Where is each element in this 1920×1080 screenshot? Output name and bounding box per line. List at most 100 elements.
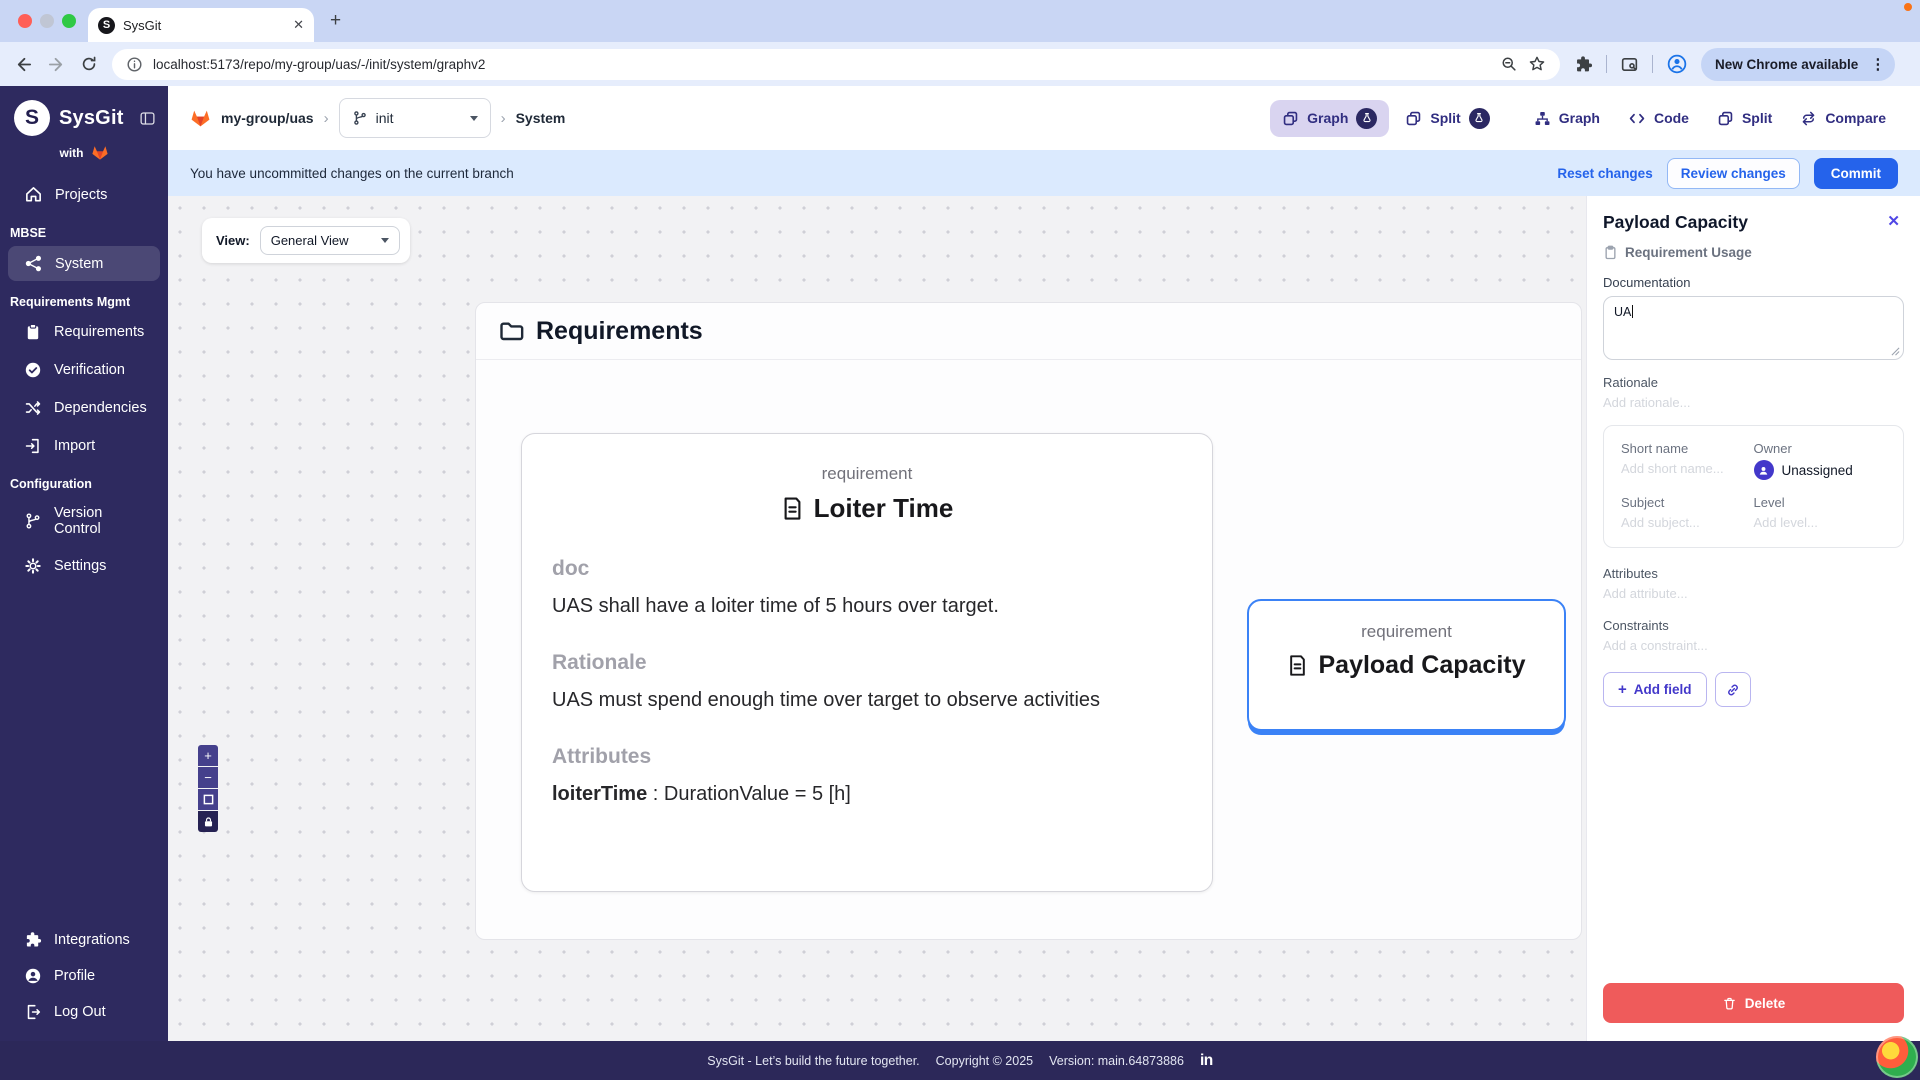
sidebar-item-requirements[interactable]: Requirements bbox=[8, 315, 160, 349]
detail-panel: Payload Capacity ✕ Requirement Usage Doc… bbox=[1586, 196, 1920, 1041]
bookmark-star-icon[interactable] bbox=[1528, 55, 1546, 73]
url-bar[interactable]: localhost:5173/repo/my-group/uas/-/init/… bbox=[112, 48, 1560, 80]
sidebar-item-integrations[interactable]: Integrations bbox=[8, 923, 160, 957]
sidebar-item-version-control[interactable]: Version Control bbox=[8, 497, 160, 545]
sidebar-collapse-icon[interactable] bbox=[139, 110, 156, 127]
user-circle-icon bbox=[24, 967, 42, 985]
sidebar-item-logout[interactable]: Log Out bbox=[8, 995, 160, 1029]
fit-view-button[interactable] bbox=[198, 789, 218, 810]
container-title: Requirements bbox=[536, 316, 703, 345]
requirements-container-node[interactable]: Requirements requirement Loiter Time doc… bbox=[475, 302, 1582, 940]
resize-handle[interactable] bbox=[1891, 347, 1900, 356]
sidebar-item-import[interactable]: Import bbox=[8, 429, 160, 463]
zoom-out-button[interactable]: − bbox=[198, 767, 218, 788]
sidebar-item-verification[interactable]: Verification bbox=[8, 353, 160, 387]
shuffle-icon bbox=[24, 399, 42, 417]
rationale-placeholder[interactable]: Add rationale... bbox=[1603, 395, 1904, 410]
sidebar-bottom: Integrations Profile Log Out bbox=[0, 921, 168, 1041]
requirement-node-payload-capacity[interactable]: requirement Payload Capacity bbox=[1247, 599, 1566, 731]
requirement-node-loiter-time[interactable]: requirement Loiter Time doc UAS shall ha… bbox=[521, 433, 1213, 892]
link-icon bbox=[1725, 682, 1741, 698]
short-name-field[interactable]: Short name Add short name... bbox=[1621, 441, 1754, 480]
panel-title: Payload Capacity bbox=[1603, 212, 1748, 232]
view-label: View: bbox=[216, 233, 250, 248]
reload-icon[interactable] bbox=[80, 55, 98, 73]
parrot-sticker bbox=[1876, 1036, 1918, 1078]
chevron-down-icon bbox=[469, 115, 478, 121]
tab-title: SysGit bbox=[123, 17, 162, 33]
zoom-out-page-icon[interactable] bbox=[1500, 55, 1518, 73]
traffic-light-close[interactable] bbox=[18, 14, 32, 28]
reading-mode-icon[interactable] bbox=[1620, 55, 1639, 74]
import-icon bbox=[24, 437, 42, 455]
experiment-flask-badge bbox=[1356, 107, 1378, 129]
view-link-split[interactable]: Split bbox=[1705, 102, 1784, 135]
document-icon bbox=[1287, 654, 1308, 677]
breadcrumb: my-group/uas › init › System bbox=[190, 98, 565, 138]
view-link-compare[interactable]: Compare bbox=[1788, 102, 1898, 135]
linkedin-icon[interactable]: in bbox=[1200, 1052, 1213, 1070]
layers-icon bbox=[1405, 110, 1422, 127]
traffic-light-minimize[interactable] bbox=[40, 14, 54, 28]
gitlab-fox-icon bbox=[190, 108, 211, 128]
sidebar-item-system[interactable]: System bbox=[8, 246, 160, 281]
fields-box: Short name Add short name... Owner Unass… bbox=[1603, 425, 1904, 548]
view-select[interactable]: General View bbox=[259, 226, 400, 255]
subject-field[interactable]: Subject Add subject... bbox=[1621, 495, 1754, 530]
app-header: my-group/uas › init › System Graph Split… bbox=[168, 86, 1920, 150]
site-info-icon[interactable] bbox=[126, 56, 143, 73]
owner-field[interactable]: Owner Unassigned bbox=[1753, 441, 1887, 480]
attributes-placeholder[interactable]: Add attribute... bbox=[1603, 586, 1904, 601]
gitlab-fox-icon bbox=[91, 144, 109, 161]
doc-heading: doc bbox=[552, 557, 590, 580]
brand: S SysGit bbox=[0, 86, 168, 138]
browser-tabstrip: S SysGit ✕ + bbox=[0, 0, 1920, 42]
view-toggle-split[interactable]: Split bbox=[1393, 100, 1501, 137]
puzzle-icon bbox=[24, 931, 42, 949]
home-icon bbox=[24, 185, 43, 204]
review-changes-button[interactable]: Review changes bbox=[1666, 157, 1800, 189]
constraints-label: Constraints bbox=[1603, 618, 1669, 633]
sidebar-item-dependencies[interactable]: Dependencies bbox=[8, 391, 160, 425]
app-footer: SysGit - Let’s build the future together… bbox=[0, 1041, 1920, 1080]
lock-button[interactable] bbox=[198, 811, 218, 832]
profile-avatar-icon[interactable] bbox=[1666, 53, 1688, 75]
view-link-code[interactable]: Code bbox=[1616, 102, 1701, 135]
commit-button[interactable]: Commit bbox=[1813, 157, 1898, 189]
constraints-placeholder[interactable]: Add a constraint... bbox=[1603, 638, 1904, 653]
canvas-controls: + − bbox=[198, 745, 218, 833]
delete-button[interactable]: Delete bbox=[1603, 983, 1904, 1023]
traffic-light-zoom[interactable] bbox=[62, 14, 76, 28]
node-kind-label: requirement bbox=[1361, 622, 1452, 641]
sidebar-item-settings[interactable]: Settings bbox=[8, 549, 160, 583]
sidebar-item-profile[interactable]: Profile bbox=[8, 959, 160, 993]
documentation-input[interactable]: UA bbox=[1603, 296, 1904, 360]
view-link-graph[interactable]: Graph bbox=[1522, 102, 1612, 135]
add-field-button[interactable]: + Add field bbox=[1603, 672, 1707, 707]
node-title: Payload Capacity bbox=[1318, 651, 1526, 679]
link-button[interactable] bbox=[1714, 672, 1751, 707]
url-text[interactable]: localhost:5173/repo/my-group/uas/-/init/… bbox=[153, 57, 1490, 72]
attributes-heading: Attributes bbox=[552, 745, 652, 768]
breadcrumb-repo[interactable]: my-group/uas bbox=[221, 110, 314, 126]
view-toggle-graph[interactable]: Graph bbox=[1270, 99, 1390, 137]
code-icon bbox=[1628, 110, 1646, 127]
chrome-actions: New Chrome available ⋮ bbox=[1574, 47, 1896, 81]
footer-copyright: Copyright © 2025 bbox=[935, 1053, 1034, 1068]
kebab-menu-icon[interactable]: ⋮ bbox=[1866, 55, 1889, 73]
branch-select[interactable]: init bbox=[338, 98, 491, 138]
extensions-icon[interactable] bbox=[1574, 55, 1593, 74]
footer-tagline: SysGit - Let’s build the future together… bbox=[707, 1053, 920, 1068]
close-icon[interactable]: ✕ bbox=[1883, 212, 1904, 230]
tab-close-icon[interactable]: ✕ bbox=[293, 17, 304, 33]
reset-changes-button[interactable]: Reset changes bbox=[1557, 166, 1652, 181]
graph-canvas[interactable]: View: General View Requirements requirem… bbox=[168, 196, 1586, 1041]
level-field[interactable]: Level Add level... bbox=[1754, 495, 1887, 530]
sidebar-item-projects[interactable]: Projects bbox=[8, 177, 160, 212]
back-icon[interactable] bbox=[14, 55, 33, 74]
chrome-update-button[interactable]: New Chrome available ⋮ bbox=[1701, 47, 1896, 81]
zoom-in-button[interactable]: + bbox=[198, 745, 218, 766]
new-tab-button[interactable]: + bbox=[330, 10, 341, 32]
browser-tab[interactable]: S SysGit ✕ bbox=[88, 8, 314, 42]
chevron-down-icon bbox=[380, 238, 389, 243]
